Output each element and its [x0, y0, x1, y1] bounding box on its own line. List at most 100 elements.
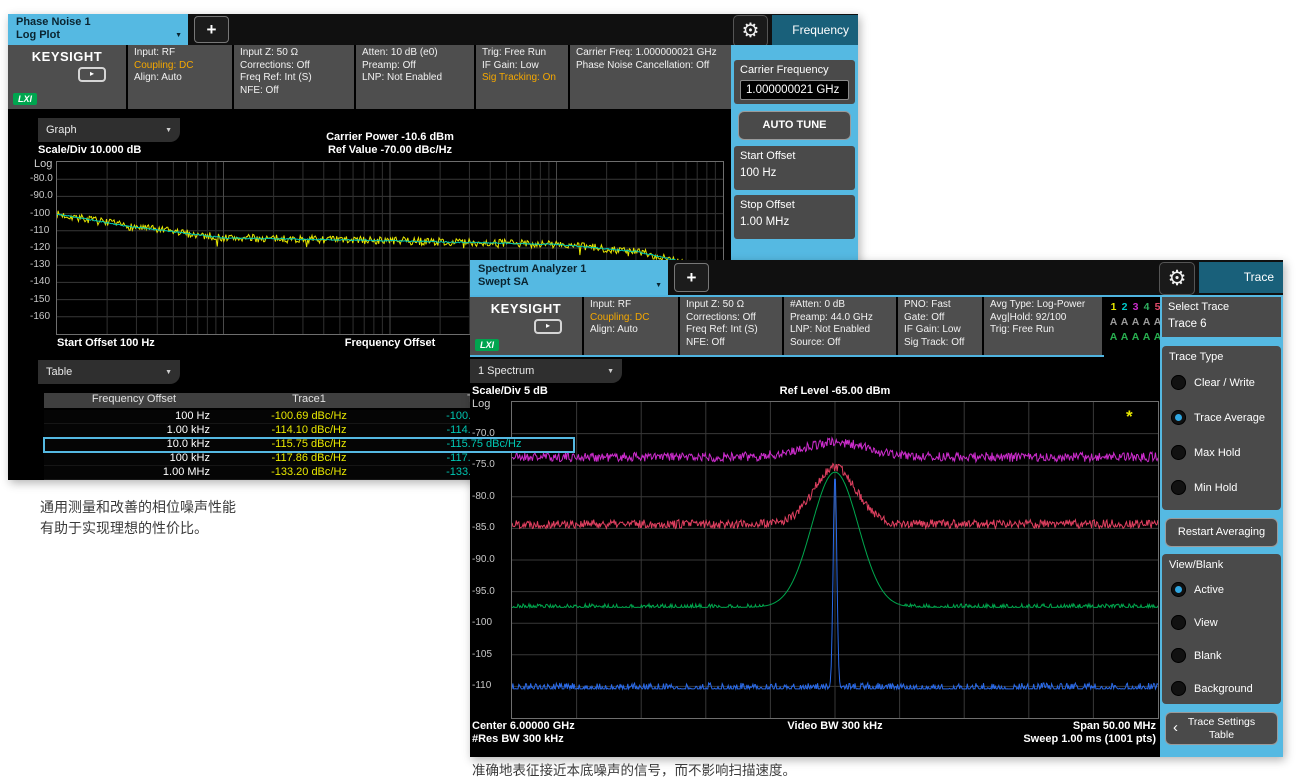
scale-div-readout: Scale/Div 5 dB [472, 385, 548, 397]
add-tab-button[interactable]: + [674, 263, 709, 292]
tab-phase-noise[interactable]: Phase Noise 1 Log Plot ▼ [8, 14, 188, 45]
log-axis-label: Log [472, 398, 490, 410]
span-readout: Span 50.00 MHz [1073, 720, 1156, 732]
status-line: Corrections: Off [686, 312, 776, 325]
radio-option-trace-average[interactable]: Trace Average [1162, 400, 1281, 435]
radio-option-max-hold[interactable]: Max Hold [1162, 435, 1281, 470]
select-trace-value: Trace 6 [1168, 317, 1275, 331]
trace-settings-line2: Table [1166, 729, 1277, 742]
radio-view [1171, 615, 1186, 630]
status-bar: KEYSIGHT ▸ LXI Input: RFCoupling: DCAlig… [8, 45, 731, 109]
spectrum-view-dropdown[interactable]: 1 Spectrum ▼ [470, 359, 622, 383]
radio-option-background[interactable]: Background [1162, 672, 1281, 705]
table-view-dropdown[interactable]: Table ▼ [38, 360, 180, 384]
y-axis-tick: -140 [30, 276, 50, 287]
stop-offset-item[interactable]: Stop Offset 1.00 MHz [734, 195, 855, 239]
log-axis-label: Log [34, 158, 52, 170]
caption-spectrum: 准确地表征接近本底噪声的信号，而不影响扫描速度。 [472, 760, 796, 781]
auto-tune-button[interactable]: AUTO TUNE [738, 111, 851, 140]
y-axis-tick: -100 [30, 208, 50, 219]
table-cell: 1.00 kHz [44, 424, 224, 437]
spectrum-dropdown-label: 1 Spectrum [478, 365, 534, 377]
y-axis-tick: -80.0 [30, 173, 53, 184]
ref-value-readout: Ref Value -70.00 dBc/Hz [328, 144, 452, 156]
trace-indicator[interactable]: 3 [1131, 300, 1141, 315]
status-line: Input: RF [590, 299, 672, 312]
table-dropdown-label: Table [46, 366, 72, 378]
status-line: NFE: Off [686, 337, 776, 350]
chevron-down-icon: ▼ [175, 29, 182, 42]
y-axis-tick: -85.0 [472, 522, 495, 533]
tab-title: Phase Noise 1 [16, 16, 180, 29]
tab-spectrum-analyzer[interactable]: Spectrum Analyzer 1 Swept SA ▼ [470, 260, 668, 295]
graph-view-dropdown[interactable]: Graph ▼ [38, 118, 180, 142]
trace-indicator[interactable]: 1 [1109, 300, 1119, 315]
radio-option-label: Min Hold [1194, 482, 1237, 494]
status-line: Sig Tracking: On [482, 72, 562, 85]
keysight-logo: KEYSIGHT [14, 49, 120, 64]
status-column: Input Z: 50 ΩCorrections: OffFreq Ref: I… [234, 45, 354, 109]
status-line: #Atten: 0 dB [790, 299, 890, 312]
trace-type-label: Trace Type [1162, 346, 1281, 365]
add-tab-button[interactable]: + [194, 16, 229, 43]
trace-indicator: A [1120, 315, 1130, 330]
trace-menu-panel: Select Trace Trace 6 Trace Type Clear / … [1160, 295, 1283, 757]
radio-option-active[interactable]: Active [1162, 573, 1281, 606]
keysight-block: KEYSIGHT ▸ LXI [470, 297, 582, 355]
y-axis-tick: -70.0 [472, 428, 495, 439]
trace-settings-table-button[interactable]: ‹ Trace Settings Table [1165, 712, 1278, 745]
start-offset-item[interactable]: Start Offset 100 Hz [734, 146, 855, 190]
radio-trace-average-selected [1171, 410, 1186, 425]
select-trace-item[interactable]: Select Trace Trace 6 [1162, 297, 1281, 337]
restart-averaging-button[interactable]: Restart Averaging [1165, 518, 1278, 547]
radio-option-view[interactable]: View [1162, 606, 1281, 639]
status-line: Carrier Freq: 1.000000021 GHz [576, 47, 731, 60]
chevron-down-icon: ▼ [655, 279, 662, 292]
trace-indicator[interactable]: 5 [1153, 300, 1161, 315]
radio-option-blank[interactable]: Blank [1162, 639, 1281, 672]
y-axis-tick: -120 [30, 242, 50, 253]
carrier-frequency-value[interactable]: 1.000000021 GHz [740, 80, 849, 100]
trace-indicator[interactable]: 4 [1142, 300, 1152, 315]
status-bar: KEYSIGHT ▸ LXI Input: RFCoupling: DCAlig… [470, 295, 1160, 357]
select-trace-label: Select Trace [1168, 301, 1275, 314]
trace-indicator[interactable]: 2 [1120, 300, 1130, 315]
table-cell: 100 Hz [44, 410, 224, 423]
settings-gear-button[interactable]: ⚙ [733, 15, 768, 47]
radio-option-label: View [1194, 617, 1218, 629]
radio-background [1171, 681, 1186, 696]
status-line: Preamp: 44.0 GHz [790, 312, 890, 325]
tab-subtitle: Swept SA [478, 276, 660, 289]
table-row[interactable]: 10.0 kHz-115.75 dBc/Hz-115.75 dBc/Hz [44, 438, 574, 452]
view-blank-label: View/Blank [1162, 554, 1281, 573]
status-line: Coupling: DC [590, 312, 672, 325]
uncal-asterisk-icon: * [1126, 407, 1133, 427]
view-blank-options: Active View BlankBackground [1162, 573, 1281, 705]
radio-option-min-hold[interactable]: Min Hold [1162, 470, 1281, 505]
status-line: Preamp: Off [362, 60, 468, 73]
chevron-down-icon: ▼ [165, 119, 172, 143]
radio-clear-write [1171, 375, 1186, 390]
status-line: Avg Type: Log-Power [990, 299, 1096, 312]
radio-option-label: Max Hold [1194, 447, 1240, 459]
status-line: Gate: Off [904, 312, 976, 325]
y-axis-tick: -95.0 [472, 586, 495, 597]
carrier-frequency-item[interactable]: Carrier Frequency 1.000000021 GHz [734, 60, 855, 104]
spectrum-plot[interactable] [512, 402, 1158, 718]
status-line: Freq Ref: Int (S) [240, 72, 348, 85]
settings-gear-button[interactable]: ⚙ [1159, 262, 1195, 295]
y-axis-tick: -110 [30, 225, 49, 236]
ref-level-readout: Ref Level -65.00 dBm [780, 385, 891, 397]
x-axis-title: Frequency Offset [345, 337, 435, 349]
status-line: Trig: Free Run [990, 324, 1096, 337]
y-axis-tick: -105 [472, 649, 492, 660]
radio-option-clear-write[interactable]: Clear / Write [1162, 365, 1281, 400]
trace-settings-line1: Trace Settings [1166, 716, 1277, 729]
trace-indicator: A [1120, 330, 1130, 345]
view-blank-group: View/Blank Active View BlankBackground [1162, 554, 1281, 704]
lxi-badge: LXI [13, 93, 37, 105]
status-line: Input: RF [134, 47, 226, 60]
status-column: Input: RFCoupling: DCAlign: Auto [128, 45, 232, 109]
table-cell: -117.86 dBc/Hz [224, 452, 394, 465]
status-line: Sig Track: Off [904, 337, 976, 350]
